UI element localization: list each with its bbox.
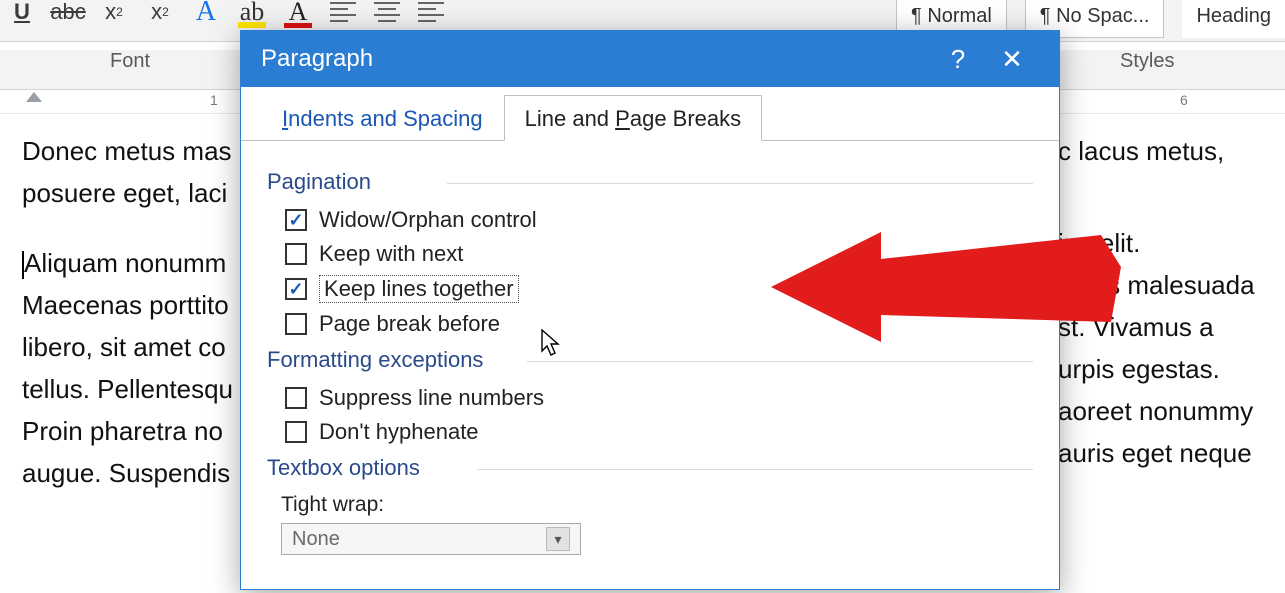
help-button[interactable]: ? [931, 44, 985, 75]
tight-wrap-label: Tight wrap: [281, 493, 1033, 517]
close-button[interactable]: ✕ [985, 44, 1039, 75]
doc-text: c lacus metus, [1058, 130, 1278, 172]
checkbox-dont-hyphenate[interactable]: Don't hyphenate [285, 419, 1033, 445]
checkbox-icon[interactable] [285, 313, 307, 335]
underline-icon[interactable]: U [8, 0, 36, 26]
doc-text: Maecenas porttito [22, 290, 229, 320]
doc-text: ectus malesuada [1058, 264, 1278, 306]
doc-text: posuere eget, laci [22, 178, 227, 208]
tab-line-page-breaks[interactable]: Line and Page Breaks [504, 95, 763, 141]
group-styles-label: Styles [1120, 50, 1174, 73]
dialog-titlebar[interactable]: Paragraph ? ✕ [241, 31, 1059, 87]
align-right-icon[interactable] [418, 2, 444, 22]
indent-marker-icon[interactable] [26, 92, 42, 102]
dialog-title: Paragraph [261, 45, 931, 73]
checkbox-icon[interactable] [285, 387, 307, 409]
doc-text: tellus. Pellentesqu [22, 374, 233, 404]
doc-text: aoreet nonummy [1058, 390, 1278, 432]
ruler-mark: 6 [1180, 92, 1188, 108]
doc-text: urpis egestas. [1058, 348, 1278, 390]
checkbox-icon[interactable] [285, 278, 307, 300]
section-pagination: Pagination [267, 169, 1033, 195]
ruler-mark: 1 [210, 92, 218, 108]
group-font-label: Font [110, 50, 150, 73]
dialog-tabs: Indents and Spacing Line and Page Breaks [241, 87, 1059, 141]
text-effects-icon[interactable]: A [192, 0, 220, 26]
tight-wrap-value: None [292, 528, 340, 551]
checkbox-icon[interactable] [285, 209, 307, 231]
section-formatting-exceptions: Formatting exceptions [267, 347, 1033, 373]
doc-text: libero, sit amet co [22, 332, 226, 362]
align-left-icon[interactable] [330, 2, 356, 22]
checkbox-icon[interactable] [285, 421, 307, 443]
superscript-icon[interactable]: x2 [146, 0, 174, 26]
style-heading[interactable]: Heading [1182, 0, 1285, 38]
checkbox-keep-lines-together[interactable]: Keep lines together [285, 275, 1033, 303]
doc-text: st. Vivamus a [1058, 306, 1278, 348]
dialog-content: Pagination Widow/Orphan control Keep wit… [241, 141, 1059, 573]
doc-text: ing elit. [1058, 222, 1278, 264]
chevron-down-icon[interactable]: ▾ [546, 527, 570, 551]
checkbox-suppress-line-numbers[interactable]: Suppress line numbers [285, 385, 1033, 411]
doc-text: Donec metus mas [22, 136, 232, 166]
font-color-icon[interactable]: A [284, 0, 312, 26]
checkbox-page-break-before[interactable]: Page break before [285, 311, 1033, 337]
doc-text: augue. Suspendis [22, 458, 230, 488]
highlight-icon[interactable]: ab [238, 0, 266, 26]
tight-wrap-combo[interactable]: None ▾ [281, 523, 581, 555]
checkbox-widow-orphan[interactable]: Widow/Orphan control [285, 207, 1033, 233]
doc-text: auris eget neque [1058, 432, 1278, 474]
subscript-icon[interactable]: x2 [100, 0, 128, 26]
strikethrough-icon[interactable]: abc [54, 0, 82, 26]
doc-text: Proin pharetra no [22, 416, 223, 446]
checkbox-keep-with-next[interactable]: Keep with next [285, 241, 1033, 267]
doc-text: Aliquam nonumm [24, 248, 226, 278]
align-center-icon[interactable] [374, 2, 400, 22]
paragraph-dialog: Paragraph ? ✕ Indents and Spacing Line a… [240, 30, 1060, 590]
tab-indents-spacing[interactable]: Indents and Spacing [261, 95, 504, 141]
section-textbox-options: Textbox options [267, 455, 1033, 481]
checkbox-icon[interactable] [285, 243, 307, 265]
document-body-right: c lacus metus, ing elit. ectus malesuada… [1058, 130, 1278, 474]
